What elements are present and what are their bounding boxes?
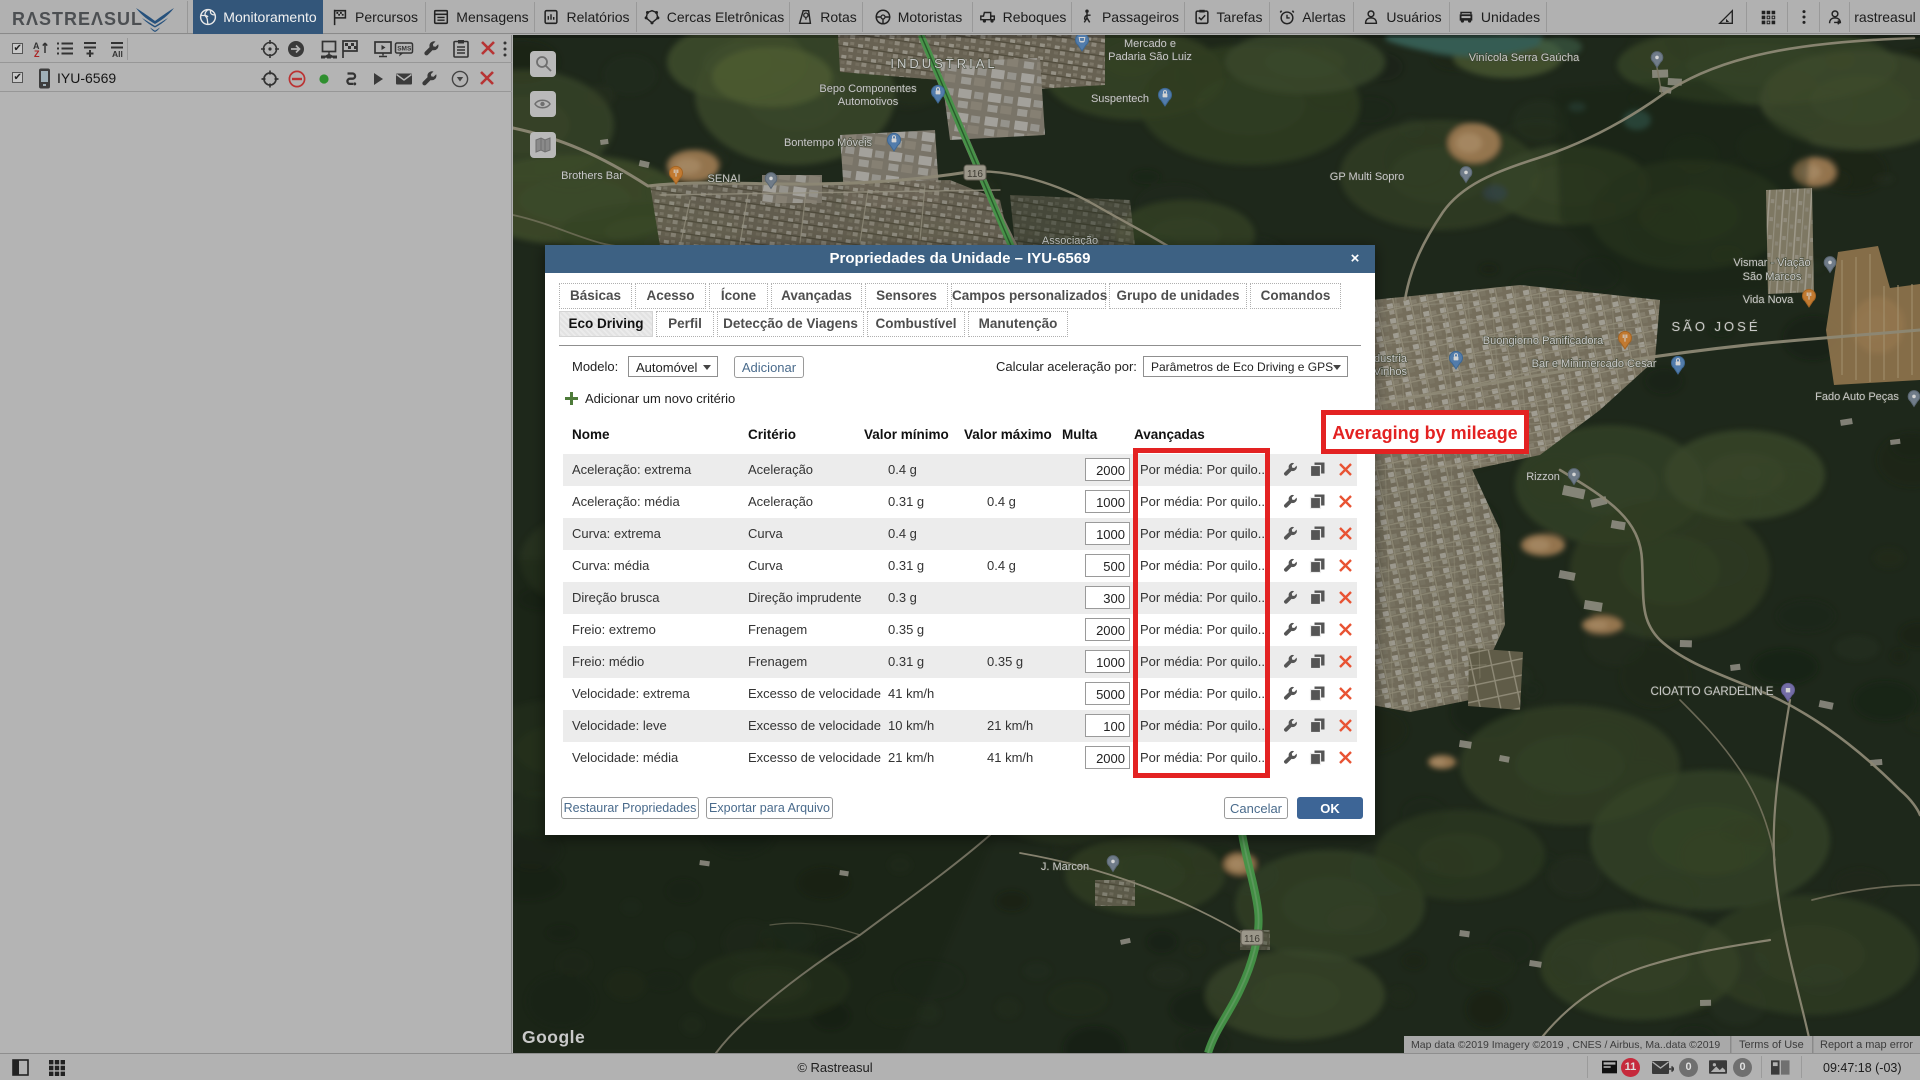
svg-text:Padaria São Luiz: Padaria São Luiz [1108, 51, 1192, 63]
svg-text:SÃO JOSÉ: SÃO JOSÉ [1671, 319, 1760, 334]
svg-text:J. Marcon: J. Marcon [1041, 861, 1089, 873]
svg-text:SENAI: SENAI [707, 173, 740, 185]
svg-text:Google: Google [522, 1027, 585, 1047]
svg-text:Vinícola Serra Gaúcha: Vinícola Serra Gaúcha [1469, 52, 1580, 64]
svg-text:Report a map error: Report a map error [1820, 1039, 1913, 1051]
svg-text:Automotivos: Automotivos [838, 96, 899, 108]
svg-text:Mercado e: Mercado e [1124, 38, 1176, 50]
svg-text:INDUSTRIAL: INDUSTRIAL [890, 56, 997, 71]
svg-text:Buongiorno Panificadora: Buongiorno Panificadora [1483, 335, 1604, 347]
svg-text:Bar e Minimercado Cesar: Bar e Minimercado Cesar [1532, 358, 1657, 370]
svg-text:Bontempo Móveis: Bontempo Móveis [784, 137, 873, 149]
svg-text:Rizzon: Rizzon [1526, 471, 1560, 483]
svg-text:Vida Nova: Vida Nova [1743, 294, 1794, 306]
svg-text:São Marcos: São Marcos [1743, 271, 1802, 283]
svg-text:Vismar - Viação: Vismar - Viação [1733, 257, 1810, 269]
svg-text:CIOATTO GARDELIN E: CIOATTO GARDELIN E [1651, 686, 1774, 698]
svg-text:SMS: SMS [397, 46, 412, 53]
svg-text:Map data ©2019 Imagery ©2019 ,: Map data ©2019 Imagery ©2019 , CNES / Ai… [1411, 1039, 1720, 1051]
svg-text:GP Multi Sopro: GP Multi Sopro [1330, 171, 1404, 183]
svg-text:Fado Auto Peças: Fado Auto Peças [1815, 391, 1899, 403]
svg-text:All: All [112, 49, 123, 58]
svg-text:Terms of Use: Terms of Use [1739, 1039, 1804, 1051]
svg-text:Bepo Componentes: Bepo Componentes [819, 83, 917, 95]
svg-text:Z: Z [34, 49, 40, 58]
svg-text:Brothers Bar: Brothers Bar [561, 170, 623, 182]
svg-text:Suspentech: Suspentech [1091, 93, 1149, 105]
